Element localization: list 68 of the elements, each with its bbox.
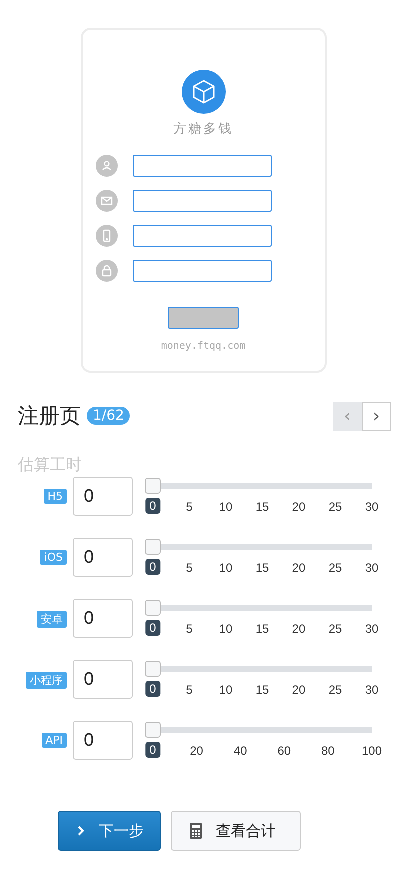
slider-thumb[interactable] bbox=[145, 661, 161, 677]
platform-tag: API bbox=[42, 733, 67, 748]
tick-label: 20 bbox=[190, 744, 204, 758]
tick-label: 20 bbox=[292, 683, 306, 697]
slider-thumb[interactable] bbox=[145, 539, 161, 555]
value-label: 0 bbox=[146, 681, 160, 697]
platform-tag: 小程序 bbox=[26, 672, 67, 689]
input-field[interactable] bbox=[132, 260, 272, 282]
tick-label: 5 bbox=[186, 683, 193, 697]
tick-label: 30 bbox=[365, 683, 379, 697]
slider-thumb[interactable] bbox=[145, 600, 161, 616]
tick-label: 20 bbox=[292, 622, 306, 636]
user-icon bbox=[96, 155, 118, 177]
slider-thumb[interactable] bbox=[145, 722, 161, 738]
value-label: 0 bbox=[146, 620, 160, 636]
tick-label: 20 bbox=[292, 561, 306, 575]
site-url: money.ftqq.com bbox=[161, 341, 246, 352]
tick-label: 25 bbox=[328, 683, 342, 697]
tick-label: 40 bbox=[234, 744, 248, 758]
next-step-button[interactable]: 下一步 bbox=[58, 811, 161, 851]
tick-label: 30 bbox=[365, 622, 379, 636]
value-label: 0 bbox=[146, 498, 160, 514]
hours-input[interactable]: 0 bbox=[73, 538, 133, 577]
value-label: 0 bbox=[146, 559, 160, 575]
hours-input[interactable]: 0 bbox=[73, 599, 133, 638]
tick-label: 10 bbox=[219, 500, 233, 514]
input-field[interactable] bbox=[132, 155, 272, 177]
tick-label: 60 bbox=[278, 744, 292, 758]
platform-tag: iOS bbox=[40, 550, 67, 565]
tick-label: 15 bbox=[256, 683, 270, 697]
lock-icon bbox=[96, 260, 118, 282]
slider-thumb[interactable] bbox=[145, 478, 161, 494]
tick-label: 80 bbox=[322, 744, 335, 758]
tick-label: 15 bbox=[256, 561, 270, 575]
tick-label: 25 bbox=[328, 622, 342, 636]
page-title: 注册页 bbox=[18, 403, 81, 430]
input-field[interactable] bbox=[132, 225, 272, 247]
chevron-right-icon bbox=[77, 825, 85, 837]
tick-label: 5 bbox=[186, 561, 193, 575]
platform-tag: 安卓 bbox=[37, 611, 67, 628]
tick-label: 10 bbox=[219, 683, 233, 697]
tick-label: 15 bbox=[256, 500, 270, 514]
cube-logo-icon bbox=[182, 70, 226, 114]
tick-label: 100 bbox=[362, 744, 382, 758]
page-counter: 1/62 bbox=[87, 407, 130, 425]
submit-button[interactable] bbox=[168, 307, 239, 329]
tick-label: 5 bbox=[186, 500, 193, 514]
hours-input[interactable]: 0 bbox=[73, 477, 133, 516]
mail-icon bbox=[96, 190, 118, 212]
calculator-icon bbox=[190, 823, 202, 839]
tick-label: 25 bbox=[328, 561, 342, 575]
input-field[interactable] bbox=[132, 190, 272, 212]
next-page-button[interactable]: › bbox=[362, 402, 391, 430]
value-label: 0 bbox=[146, 742, 160, 758]
tick-label: 15 bbox=[256, 622, 270, 636]
tick-label: 10 bbox=[219, 622, 233, 636]
tick-label: 5 bbox=[186, 622, 193, 636]
phone-icon bbox=[96, 225, 118, 247]
tick-label: 20 bbox=[292, 500, 306, 514]
hours-input[interactable]: 0 bbox=[73, 721, 133, 760]
platform-tag: H5 bbox=[44, 489, 67, 504]
tick-label: 30 bbox=[365, 561, 379, 575]
brand-name: 方糖多钱 bbox=[174, 121, 234, 139]
tick-label: 30 bbox=[365, 500, 379, 514]
view-total-button[interactable]: 查看合计 bbox=[171, 811, 301, 851]
tick-label: 10 bbox=[219, 561, 233, 575]
tick-label: 25 bbox=[328, 500, 342, 514]
hours-input[interactable]: 0 bbox=[73, 660, 133, 699]
